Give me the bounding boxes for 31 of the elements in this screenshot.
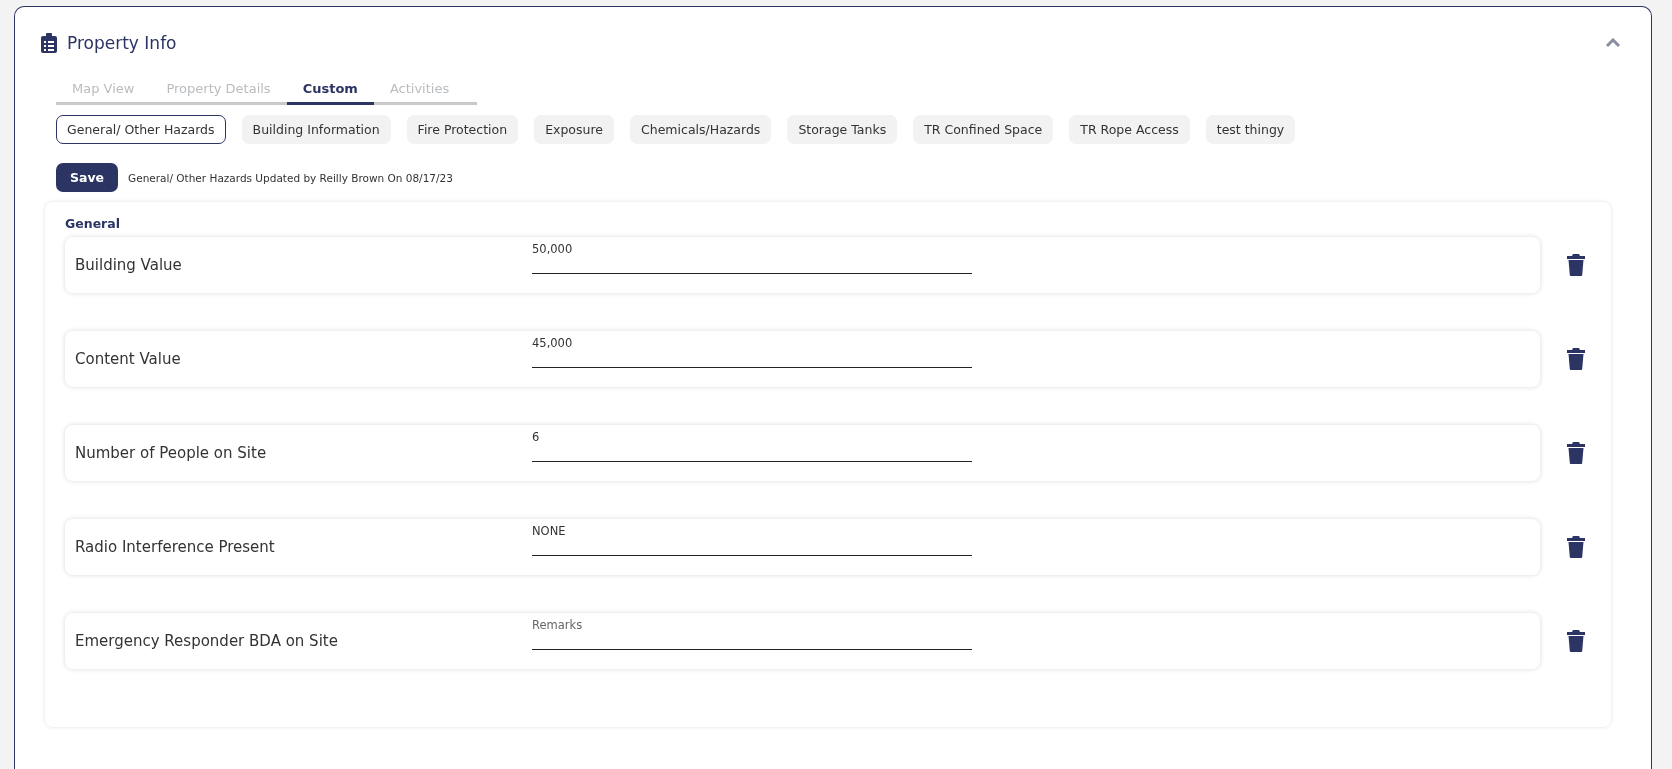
chevron-up-icon[interactable] [1605,38,1621,48]
section-chip[interactable]: TR Rope Access [1069,115,1190,144]
clipboard-icon [41,33,57,53]
field-label: Number of People on Site [75,444,268,462]
section-chip[interactable]: test thingy [1205,115,1296,144]
trash-icon[interactable] [1567,630,1585,652]
section-chip[interactable]: Building Information [241,115,391,144]
update-note: General/ Other Hazards Updated by Reilly Brown On 08/17/23 [128,171,453,184]
tab[interactable]: Custom [286,81,374,105]
trash-icon[interactable] [1567,536,1585,558]
input-field[interactable]: 45,000 [532,336,972,368]
section-chip[interactable]: Exposure [534,115,614,144]
section-chip[interactable]: Chemicals/Hazards [630,115,772,144]
input-field[interactable]: Remarks [532,618,972,650]
group-title: General [65,216,121,231]
input-field[interactable]: 50,000 [532,242,972,274]
field-label: Content Value [75,350,182,368]
field-label: Emergency Responder BDA on Site [75,632,339,650]
section-chip[interactable]: Storage Tanks [787,115,898,144]
field-label: Building Value [75,256,183,274]
save-button[interactable]: Save [56,163,119,192]
input-field[interactable]: 6 [532,430,972,462]
panel-title: Property Info [67,33,178,53]
trash-icon[interactable] [1567,442,1585,464]
trash-icon[interactable] [1567,348,1585,370]
input-field[interactable]: NONE [532,524,972,556]
section-chip[interactable]: TR Confined Space [913,115,1054,144]
section-chip[interactable]: Fire Protection [406,115,519,144]
field-label: Radio Interference Present [75,538,276,556]
section-chip[interactable]: General/ Other Hazards [56,115,226,144]
trash-icon[interactable] [1567,254,1585,276]
